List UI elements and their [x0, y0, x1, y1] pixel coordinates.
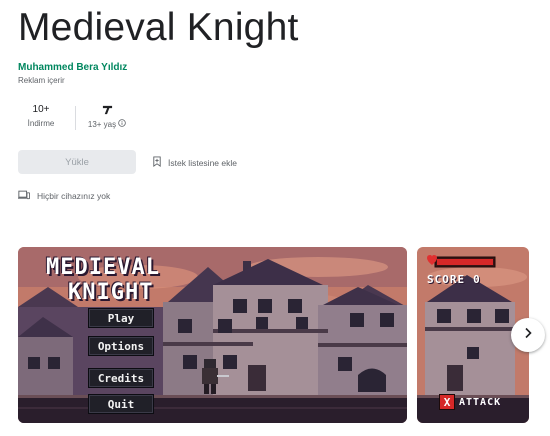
game-title-line2: KNIGHT — [68, 280, 154, 305]
downloads-value: 10+ — [32, 103, 50, 115]
devices-status: Hiçbir cihazınız yok — [18, 190, 110, 202]
attack-label: ATTACK — [459, 396, 502, 408]
bookmark-add-icon — [152, 156, 162, 169]
content-rating-stat[interactable]: 13+ yaş — [82, 102, 132, 129]
chevron-right-icon — [523, 326, 533, 344]
menu-credits-button[interactable]: Credits — [88, 368, 154, 388]
age-rating-icon — [82, 102, 132, 116]
info-icon[interactable] — [118, 119, 126, 129]
menu-options-button[interactable]: Options — [88, 336, 154, 356]
devices-label: Hiçbir cihazınız yok — [37, 191, 111, 201]
app-title: Medieval Knight — [18, 6, 299, 49]
attack-control[interactable]: X ATTACK — [439, 394, 501, 410]
developer-link[interactable]: Muhammed Bera Yıldız — [18, 62, 127, 73]
score-value: 0 — [473, 273, 481, 286]
wishlist-button[interactable]: İstek listesine ekle — [152, 156, 237, 169]
stat-divider — [75, 106, 76, 130]
game-title-line1: MEDIEVAL — [46, 255, 160, 280]
next-screenshot-button[interactable] — [511, 318, 545, 352]
downloads-label: İndirme — [27, 119, 55, 128]
menu-quit-button[interactable]: Quit — [88, 394, 154, 414]
menu-play-button[interactable]: Play — [88, 308, 154, 328]
ads-note: Reklam içerir — [18, 76, 65, 85]
score-display: SCORE 0 — [427, 273, 481, 286]
content-rating-label: 13+ yaş — [87, 119, 117, 129]
attack-key: X — [439, 394, 455, 410]
devices-icon — [18, 190, 30, 202]
install-button[interactable]: Yükle — [18, 150, 136, 174]
screenshot-main-menu[interactable]: MEDIEVAL KNIGHT Play Options Credits Qui… — [18, 247, 407, 423]
wishlist-label: İstek listesine ekle — [168, 157, 237, 168]
downloads-stat: 10+ İndirme — [18, 102, 64, 129]
score-label: SCORE — [427, 273, 466, 286]
